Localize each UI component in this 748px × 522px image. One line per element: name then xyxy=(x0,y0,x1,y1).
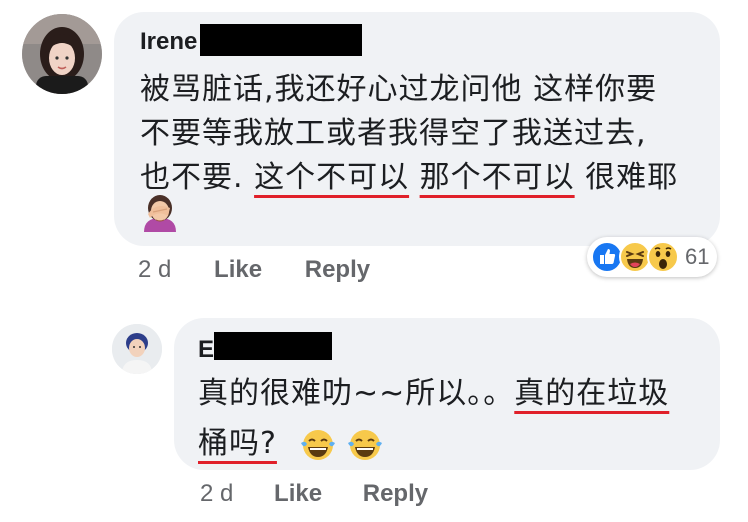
comment-timestamp[interactable]: 2 d xyxy=(138,256,171,284)
comment-line-3: 也不要. 这个不可以 那个不可以 很难耶 xyxy=(140,152,678,196)
comment-line-2: 不要等我放工或者我得空了我送过去, xyxy=(140,116,647,151)
comment-bubble: Irene 被骂脏话,我还好心过龙问他 这样你要 不要等我放工或者我得空了我送过… xyxy=(114,12,720,246)
tears-of-joy-emoji-icon xyxy=(346,427,384,463)
underlined-phrase: 桶吗? xyxy=(198,426,277,461)
reaction-summary[interactable]: 61 xyxy=(587,237,718,277)
comment-author[interactable]: Irene xyxy=(140,28,197,56)
reply-button[interactable]: Reply xyxy=(305,256,370,284)
reply-line-2: 桶吗? xyxy=(198,418,384,463)
reply-meta: 2 d Like Reply xyxy=(200,480,428,508)
comment-line-1: 被骂脏话,我还好心过龙问他 这样你要 xyxy=(140,72,658,107)
reply-bubble: E 真的很难叻~~所以。。真的在垃圾 桶吗? xyxy=(174,318,720,470)
comment-meta: 2 d Like Reply xyxy=(138,256,370,284)
redaction-bar xyxy=(200,24,362,56)
reply-line-1: 真的很难叻~~所以。。真的在垃圾 xyxy=(198,368,669,412)
wow-reaction-icon xyxy=(647,241,679,273)
redaction-bar xyxy=(214,332,332,360)
reply-timestamp[interactable]: 2 d xyxy=(200,480,233,508)
comment-line-3-suffix: 很难耶 xyxy=(574,160,679,195)
tears-of-joy-emoji-icon xyxy=(299,427,337,463)
reply-line-1-prefix: 真的很难叻~~所以。。 xyxy=(198,376,515,411)
underlined-phrase: 这个不可以 xyxy=(254,160,410,195)
facepalm-emoji-icon xyxy=(140,192,180,232)
comment-line-3-prefix: 也不要. xyxy=(140,160,255,195)
underlined-phrase: 那个不可以 xyxy=(419,160,575,195)
like-button[interactable]: Like xyxy=(274,480,322,508)
like-button[interactable]: Like xyxy=(214,256,262,284)
commenter-avatar[interactable] xyxy=(22,14,102,94)
reaction-count: 61 xyxy=(685,244,710,269)
underlined-phrase: 真的在垃圾 xyxy=(514,376,670,411)
replier-avatar[interactable] xyxy=(112,324,162,374)
reply-button[interactable]: Reply xyxy=(363,480,428,508)
reply-author[interactable]: E xyxy=(198,336,214,364)
